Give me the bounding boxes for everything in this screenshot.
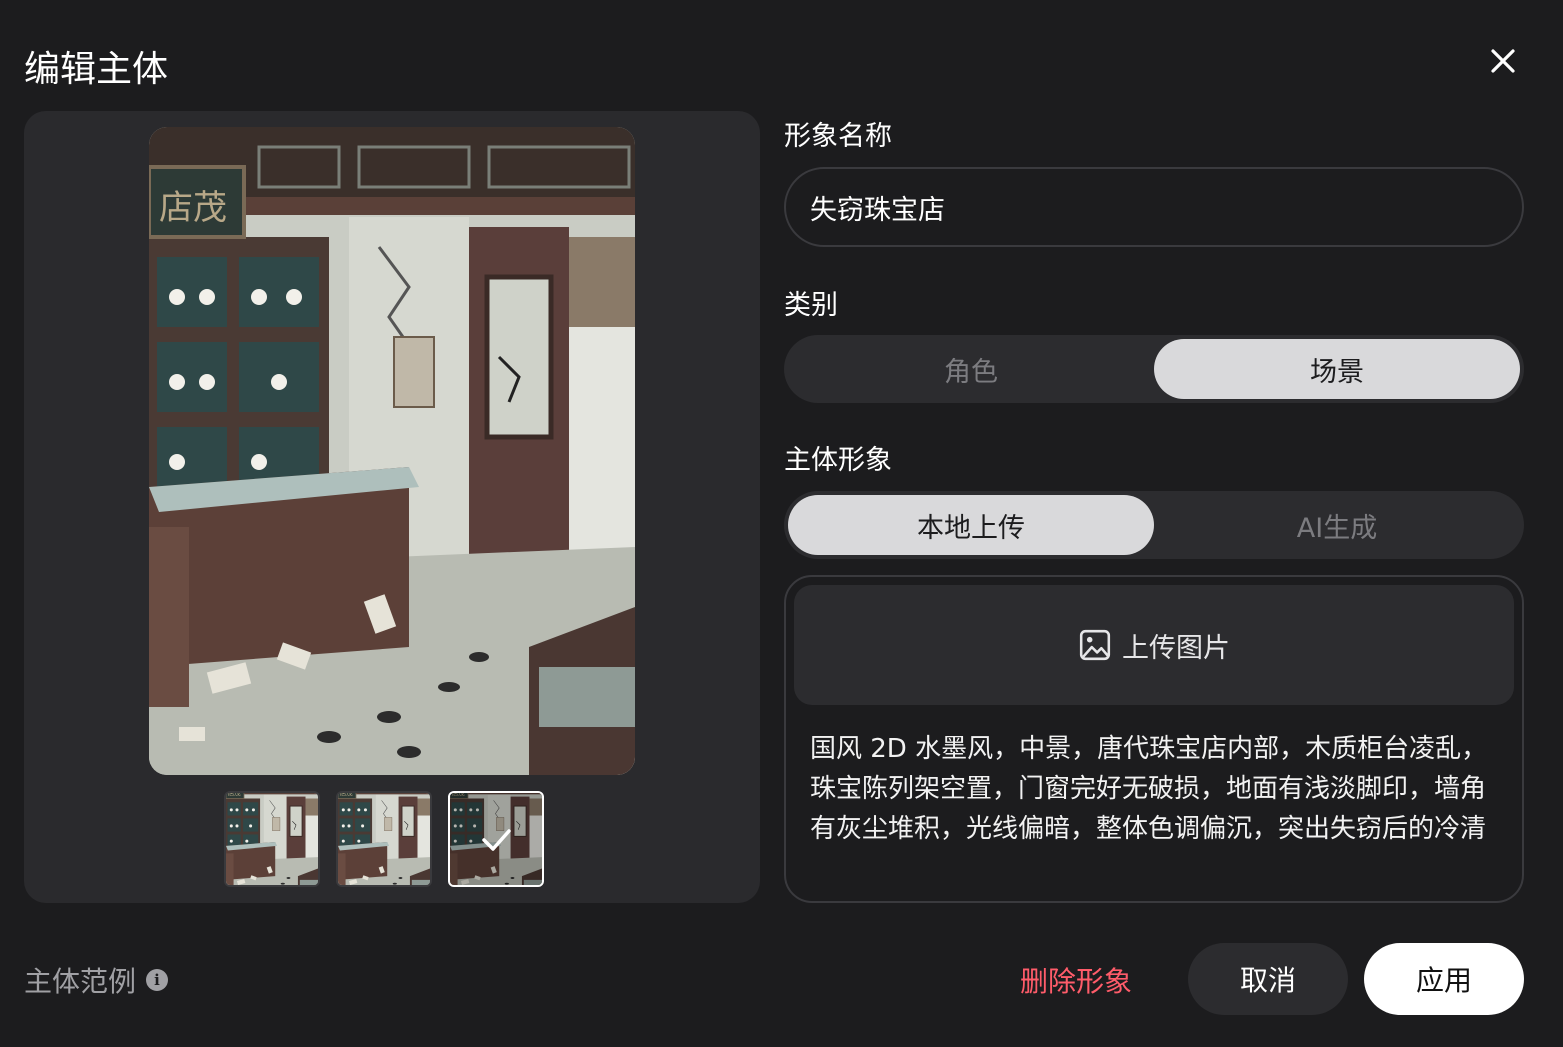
check-icon xyxy=(450,793,542,885)
category-option-scene[interactable]: 场景 xyxy=(1154,339,1520,399)
category-label: 类别 xyxy=(784,290,838,321)
image-source-ai-generate[interactable]: AI生成 xyxy=(1154,495,1520,555)
category-segmented-control: 角色 场景 xyxy=(784,335,1524,403)
image-label: 主体形象 xyxy=(784,445,892,476)
close-button[interactable] xyxy=(1486,44,1520,78)
preview-panel xyxy=(24,111,760,903)
thumbnail-2[interactable] xyxy=(336,791,432,887)
main-preview-image xyxy=(149,127,635,775)
thumbnail-strip xyxy=(224,791,544,887)
image-source-local-upload[interactable]: 本地上传 xyxy=(788,495,1154,555)
name-input[interactable] xyxy=(784,167,1524,247)
thumbnail-3[interactable] xyxy=(448,791,544,887)
thumbnail-1[interactable] xyxy=(224,791,320,887)
edit-subject-dialog: 编辑主体 形象名称 类别 xyxy=(0,0,1563,1047)
name-label: 形象名称 xyxy=(784,121,892,152)
image-source-segmented-control: 本地上传 AI生成 xyxy=(784,491,1524,559)
delete-subject-button[interactable]: 删除形象 xyxy=(1020,960,1132,1000)
dialog-title: 编辑主体 xyxy=(24,49,169,90)
close-icon xyxy=(1491,49,1515,73)
category-option-character[interactable]: 角色 xyxy=(788,339,1154,399)
prompt-textarea[interactable]: 国风 2D 水墨风，中景，唐代珠宝店内部，木质柜台凌乱，珠宝陈列架空置，门窗完好… xyxy=(810,729,1500,875)
subject-example-label: 主体范例 xyxy=(24,965,137,998)
info-icon[interactable]: i xyxy=(146,969,169,991)
upload-image-button[interactable]: 上传图片 xyxy=(794,585,1514,705)
cancel-button[interactable]: 取消 xyxy=(1188,943,1348,1015)
upload-area: 上传图片 国风 2D 水墨风，中景，唐代珠宝店内部，木质柜台凌乱，珠宝陈列架空置… xyxy=(784,575,1524,903)
subject-example-link[interactable]: 主体范例 i xyxy=(24,960,169,1000)
upload-image-label: 上传图片 xyxy=(1122,632,1230,664)
image-icon xyxy=(1079,629,1111,661)
apply-button[interactable]: 应用 xyxy=(1364,943,1524,1015)
